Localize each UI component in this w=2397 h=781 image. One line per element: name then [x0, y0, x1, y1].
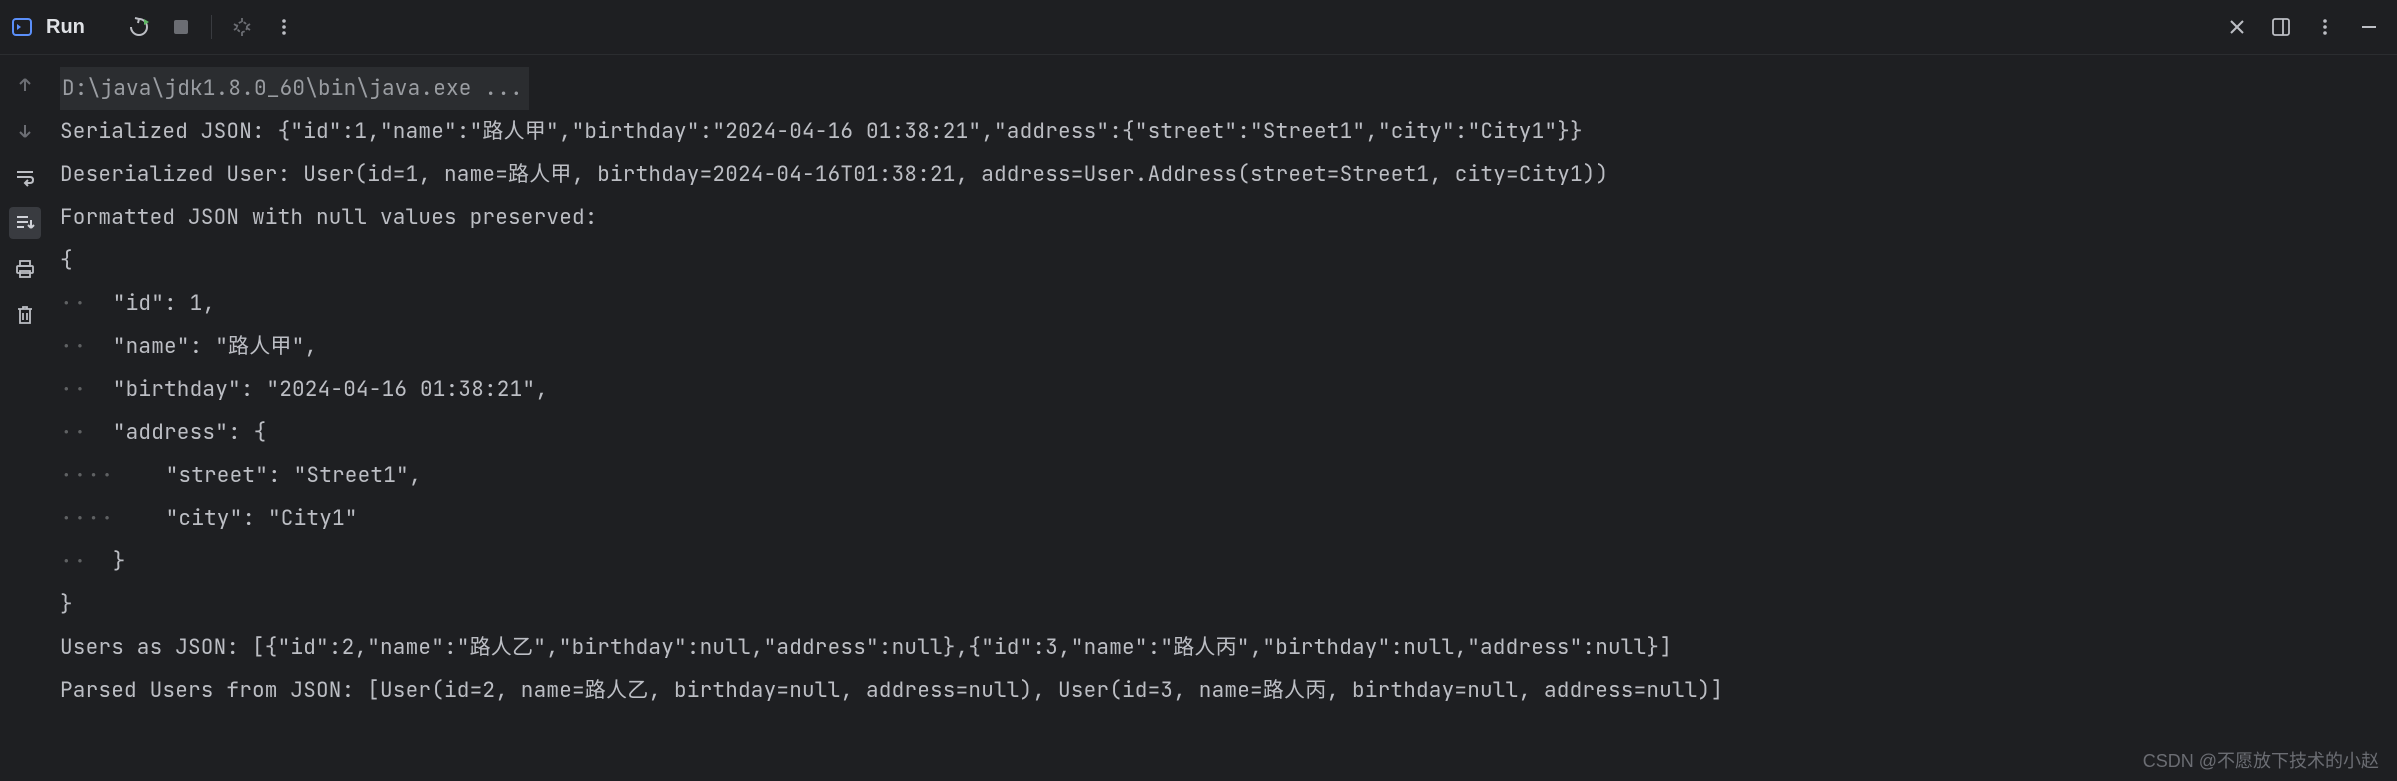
console-gutter: [0, 55, 50, 781]
indent-dots: ··: [60, 290, 87, 317]
run-panel-icon: [10, 15, 34, 39]
layout-button[interactable]: [2263, 9, 2299, 45]
more-actions-button[interactable]: [266, 9, 302, 45]
output-line: "city": "City1": [114, 505, 357, 532]
run-title: Run: [46, 16, 85, 39]
run-body: D:\java\jdk1.8.0_60\bin\java.exe ... Ser…: [0, 55, 2397, 781]
indent-dots: ····: [60, 462, 114, 489]
up-trace-button[interactable]: [9, 69, 41, 101]
output-line: "birthday": "2024-04-16 01:38:21",: [87, 376, 548, 403]
indent-dots: ··: [60, 548, 87, 575]
output-line: }: [60, 591, 73, 618]
output-line: "name": "路人甲",: [87, 333, 317, 360]
output-line: "id": 1,: [87, 290, 215, 317]
print-button[interactable]: [9, 253, 41, 285]
indent-dots: ····: [60, 505, 114, 532]
options-button[interactable]: [2307, 9, 2343, 45]
console-output[interactable]: D:\java\jdk1.8.0_60\bin\java.exe ... Ser…: [50, 55, 2397, 781]
watermark-text: CSDN @不愿放下技术的小赵: [2143, 747, 2379, 773]
minimize-button[interactable]: [2351, 9, 2387, 45]
indent-dots: ··: [60, 419, 87, 446]
rerun-button[interactable]: [121, 9, 157, 45]
toolbar-divider: [211, 15, 212, 39]
debug-button[interactable]: [224, 9, 260, 45]
close-button[interactable]: [2219, 9, 2255, 45]
toolbar-right: [2219, 9, 2387, 45]
output-line: Serialized JSON: {"id":1,"name":"路人甲","b…: [60, 118, 1583, 145]
output-line: Parsed Users from JSON: [User(id=2, name…: [60, 677, 1723, 704]
output-line: Users as JSON: [{"id":2,"name":"路人乙","bi…: [60, 634, 1672, 661]
stop-button[interactable]: [163, 9, 199, 45]
output-line: }: [87, 548, 125, 575]
output-line: Deserialized User: User(id=1, name=路人甲, …: [60, 161, 1608, 188]
scroll-to-end-button[interactable]: [9, 207, 41, 239]
toolbar-left: Run: [10, 9, 302, 45]
delete-button[interactable]: [9, 299, 41, 331]
output-line: Formatted JSON with null values preserve…: [60, 204, 598, 231]
output-line: "address": {: [87, 419, 266, 446]
indent-dots: ··: [60, 376, 87, 403]
down-trace-button[interactable]: [9, 115, 41, 147]
indent-dots: ··: [60, 333, 87, 360]
soft-wrap-button[interactable]: [9, 161, 41, 193]
output-line: "street": "Street1",: [114, 462, 421, 489]
output-line: {: [60, 247, 73, 274]
run-toolbar: Run: [0, 0, 2397, 55]
command-line: D:\java\jdk1.8.0_60\bin\java.exe ...: [60, 67, 529, 110]
